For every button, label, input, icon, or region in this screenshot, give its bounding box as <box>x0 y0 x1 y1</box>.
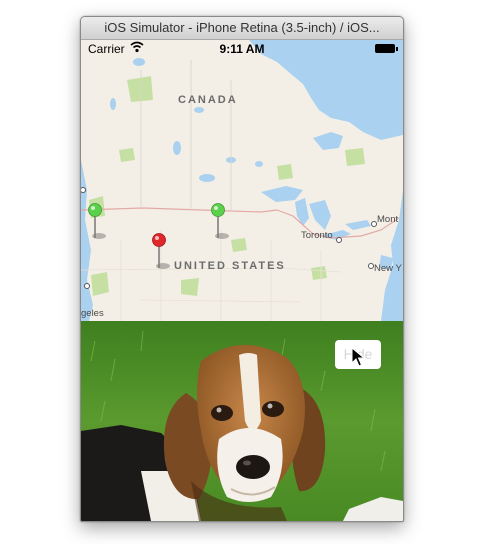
window-title: iOS Simulator - iPhone Retina (3.5-inch)… <box>104 20 380 35</box>
battery-icon <box>375 44 398 53</box>
map-pin-green-1[interactable] <box>84 202 106 242</box>
device-screen: CANADA UNITED STATES Toronto Mont New Y … <box>81 40 403 521</box>
dog-photo: Hide <box>81 321 403 521</box>
simulator-window: iOS Simulator - iPhone Retina (3.5-inch)… <box>80 16 404 522</box>
window-titlebar[interactable]: iOS Simulator - iPhone Retina (3.5-inch)… <box>81 17 403 40</box>
map-view[interactable]: CANADA UNITED STATES Toronto Mont New Y … <box>81 40 403 321</box>
city-dots <box>81 187 377 289</box>
status-bar: Carrier 9:11 AM <box>81 40 403 58</box>
map-pin-red[interactable] <box>148 232 170 272</box>
status-time: 9:11 AM <box>219 42 265 56</box>
map-pin-green-2[interactable] <box>207 202 229 242</box>
mouse-cursor-icon <box>351 347 365 367</box>
